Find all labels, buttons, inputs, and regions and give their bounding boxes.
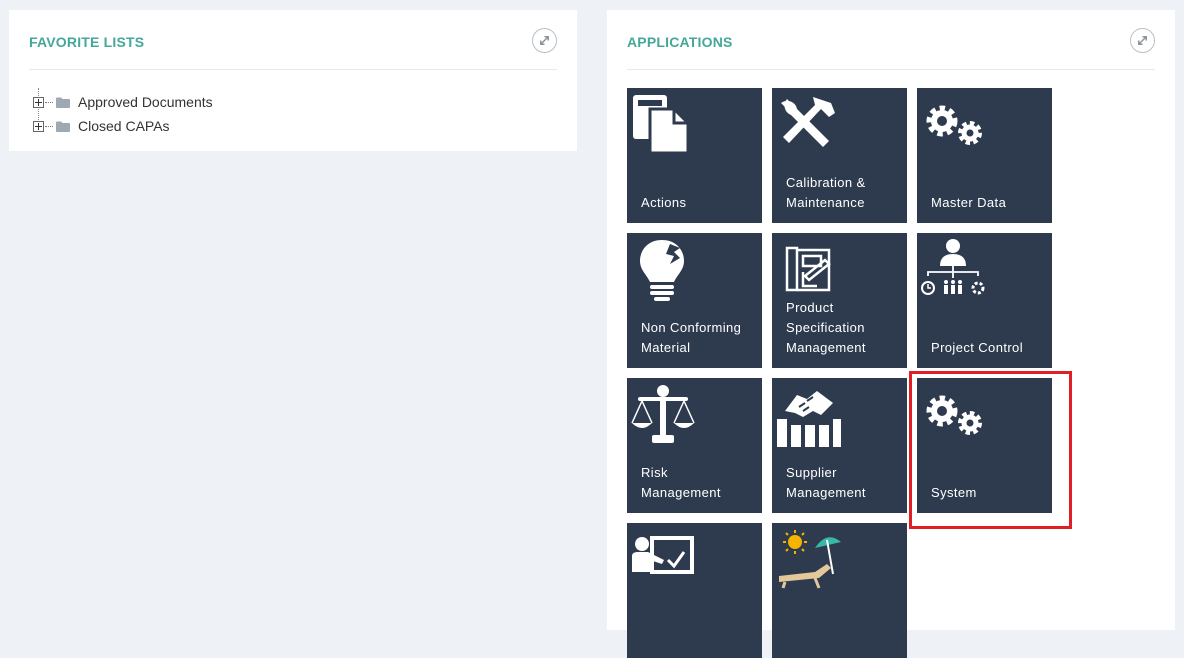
tile-actions[interactable]: Actions [627, 88, 762, 223]
tile-risk-management[interactable]: Risk Management [627, 378, 762, 513]
applications-divider [627, 69, 1155, 70]
tile-leave[interactable] [772, 523, 907, 658]
handshake-chart-icon [777, 391, 841, 447]
tile-project-control[interactable]: Project Control [917, 233, 1052, 368]
favorite-lists-divider [29, 69, 557, 70]
tile-label: Calibration & Maintenance [786, 175, 866, 210]
tile-product-specification-management[interactable]: Product Specification Management [772, 233, 907, 368]
favorite-lists-panel: FAVORITE LISTS Approved Documents Closed… [9, 10, 577, 151]
tree-item-closed-capas[interactable]: Closed CAPAs [33, 114, 213, 138]
expand-icon [1138, 36, 1147, 45]
tile-label: Master Data [931, 195, 1007, 210]
tile-master-data[interactable]: Master Data [917, 88, 1052, 223]
favorite-lists-title: FAVORITE LISTS [29, 34, 145, 50]
scales-icon [631, 385, 695, 443]
applications-title: APPLICATIONS [627, 34, 733, 50]
folder-icon [56, 121, 70, 132]
beach-chair-icon [779, 530, 841, 589]
expand-icon [540, 36, 549, 45]
presenter-board-icon [632, 536, 694, 574]
tile-supplier-management[interactable]: Supplier Management [772, 378, 907, 513]
folder-icon [56, 97, 70, 108]
applications-expand-button[interactable] [1130, 28, 1155, 53]
expand-toggle-icon[interactable] [33, 96, 44, 108]
tile-training[interactable] [627, 523, 762, 658]
broken-bulb-icon [640, 240, 684, 301]
tile-label: Non Conforming Material [641, 320, 742, 355]
favorite-lists-tree: Approved Documents Closed CAPAs [33, 90, 213, 138]
org-chart-icon [921, 239, 985, 295]
document-copy-icon [633, 95, 690, 155]
tile-label: Supplier Management [786, 465, 866, 500]
tile-system[interactable]: System [917, 378, 1052, 513]
expand-toggle-icon[interactable] [33, 120, 44, 132]
gears-icon [926, 395, 982, 435]
blueprint-icon [785, 246, 831, 292]
favorite-lists-expand-button[interactable] [532, 28, 557, 53]
tree-item-label[interactable]: Closed CAPAs [78, 118, 170, 134]
tree-item-label[interactable]: Approved Documents [78, 94, 213, 110]
tile-label: Actions [641, 195, 687, 210]
tile-label: Project Control [931, 340, 1023, 355]
tile-non-conforming-material[interactable]: Non Conforming Material [627, 233, 762, 368]
applications-panel: APPLICATIONS Actions Calibration & Maint… [607, 10, 1175, 658]
tile-label: Product Specification Management [786, 300, 866, 355]
tree-item-approved-documents[interactable]: Approved Documents [33, 90, 213, 114]
tools-icon [781, 97, 835, 147]
tile-label: System [931, 485, 977, 500]
gears-icon [926, 105, 982, 145]
tile-calibration-maintenance[interactable]: Calibration & Maintenance [772, 88, 907, 223]
tile-label: Risk Management [641, 465, 721, 500]
